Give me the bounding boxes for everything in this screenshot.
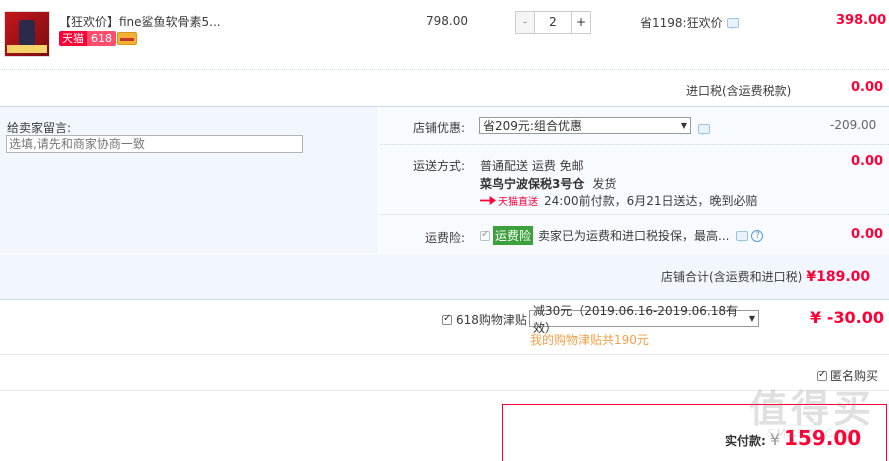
credit-card-icon <box>117 32 137 45</box>
saving-text: 省1198:狂欢价 <box>640 14 739 31</box>
product-thumbnail[interactable] <box>4 11 50 57</box>
insurance-value: 0.00 <box>851 227 884 242</box>
seller-message-label: 给卖家留言: <box>7 121 72 135</box>
tmall-express-badge: 天猫直送 <box>498 197 538 208</box>
shop-discount-selected: 省209元:组合优惠 <box>483 119 582 133</box>
insurance-text: 卖家已为运费和进口税投保，最高... <box>538 229 730 243</box>
shop-discount-value: -209.00 <box>830 118 877 132</box>
quantity-increase-button[interactable]: + <box>571 12 590 33</box>
insurance-checkbox[interactable] <box>480 229 490 241</box>
shipping-method: 普通配送 运费 免邮 <box>480 159 584 173</box>
chat-icon[interactable] <box>736 230 749 242</box>
tmall-badge-label: 天猫 <box>59 31 87 46</box>
warehouse-name: 菜鸟宁波保税3号仓 <box>480 177 585 191</box>
allowance-line: 618购物津贴 <box>442 311 527 328</box>
quantity-stepper[interactable]: - 2 + <box>515 11 591 34</box>
warehouse-line: 菜鸟宁波保税3号仓 发货 <box>480 175 616 192</box>
shop-total-line: 店铺合计(含运费和进口税) ¥189.00 <box>661 268 870 285</box>
allowance-value: ¥ -30.00 <box>810 308 884 327</box>
allowance-note: 我的购物津贴共190元 <box>530 333 649 347</box>
delivery-eta: 24:00前付款，6月21日送达，晚到必赔 <box>544 194 758 208</box>
delivery-line: 天猫直送 24:00前付款，6月21日送达，晚到必赔 <box>480 192 758 209</box>
shop-total-value: ¥189.00 <box>806 268 871 285</box>
insurance-line: 运费险 卖家已为运费和进口税投保，最高... ? <box>480 226 764 245</box>
shop-discount-select[interactable]: 省209元:组合优惠 ▼ <box>479 117 691 134</box>
allowance-label: 618购物津贴 <box>456 313 527 327</box>
watermark: 值得买 SMZDM.COM <box>742 378 882 440</box>
insurance-badge: 运费险 <box>493 226 534 245</box>
shipping-value: 0.00 <box>851 154 884 169</box>
import-tax-label: 进口税(含运费税款) <box>686 84 792 98</box>
quantity-input[interactable]: 2 <box>535 12 571 33</box>
unit-price: 798.00 <box>426 14 468 28</box>
item-subtotal: 398.00 <box>836 13 887 28</box>
chat-icon[interactable] <box>726 17 739 29</box>
allowance-select[interactable]: 减30元（2019.06.16-2019.06.18有效） ▼ <box>529 304 759 335</box>
tmall-express-icon <box>480 196 496 205</box>
seller-message-input[interactable] <box>6 135 303 153</box>
watermark-text: 值得买 <box>748 387 875 431</box>
promo-badge-label: 618 <box>87 31 116 46</box>
import-tax-value: 0.00 <box>851 80 884 95</box>
shop-total-label: 店铺合计(含运费和进口税) <box>661 270 803 284</box>
insurance-label: 运费险: <box>425 231 466 245</box>
dropdown-arrow-icon: ▼ <box>680 121 687 130</box>
dispatch-label: 发货 <box>592 177 617 191</box>
saving-label: 省1198:狂欢价 <box>640 16 723 30</box>
tmall-618-badge: 天猫 618 <box>59 31 116 46</box>
shop-discount-label: 店铺优惠: <box>413 121 466 135</box>
quantity-decrease-button[interactable]: - <box>516 12 535 33</box>
help-icon[interactable]: ? <box>751 229 764 242</box>
product-title-link[interactable]: 【狂欢价】fine鲨鱼软骨素5... <box>59 13 221 30</box>
allowance-checkbox[interactable] <box>442 313 452 325</box>
chat-icon[interactable] <box>698 124 710 135</box>
shipping-label: 运送方式: <box>413 159 466 173</box>
dropdown-arrow-icon: ▼ <box>748 314 755 323</box>
